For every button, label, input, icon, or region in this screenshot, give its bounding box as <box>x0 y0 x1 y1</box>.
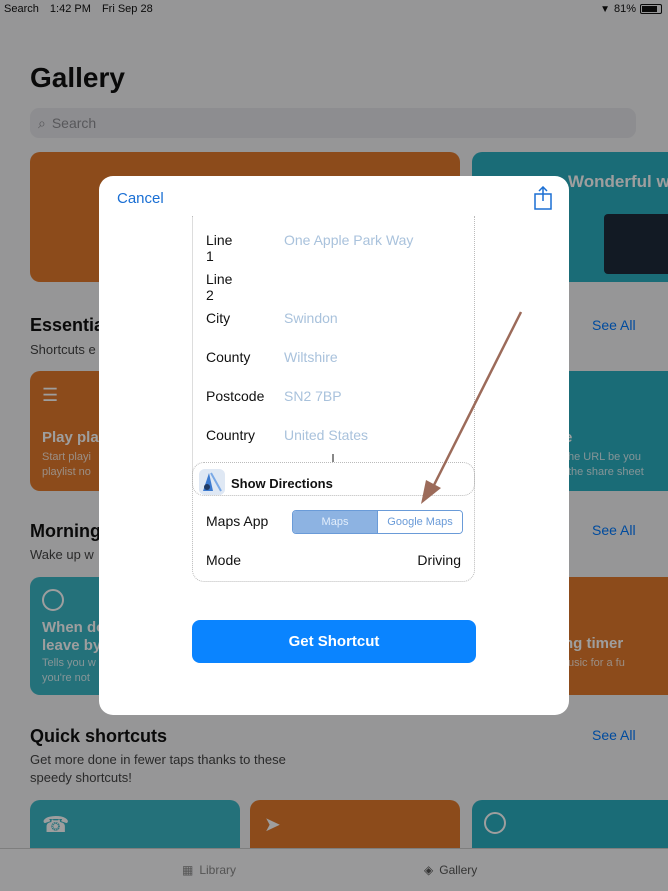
shortcut-modal: Cancel Line 1 One Apple Park Way Line 2 … <box>99 176 569 715</box>
maps-app-label: Maps App <box>206 513 269 529</box>
address-label: Country <box>206 427 256 443</box>
address-value[interactable]: One Apple Park Way <box>284 232 413 248</box>
address-label: Line 1 <box>206 232 233 264</box>
mode-value[interactable]: Driving <box>417 552 461 568</box>
show-directions-card: Show Directions Maps App Maps Google Map… <box>192 462 475 582</box>
segment-google-maps[interactable]: Google Maps <box>377 511 462 533</box>
address-label: Postcode <box>206 388 265 404</box>
address-value[interactable]: Swindon <box>284 310 338 326</box>
address-label: City <box>206 310 231 326</box>
address-value[interactable]: United States <box>284 427 368 443</box>
cancel-button[interactable]: Cancel <box>117 190 164 207</box>
address-value[interactable]: Wiltshire <box>284 349 338 365</box>
address-label: County <box>206 349 251 365</box>
get-shortcut-button[interactable]: Get Shortcut <box>192 620 476 663</box>
maps-app-icon <box>199 469 225 495</box>
maps-app-segmented-control[interactable]: Maps Google Maps <box>292 510 463 534</box>
action-connector <box>332 454 334 462</box>
show-directions-title: Show Directions <box>231 476 333 491</box>
address-label: Line 2 <box>206 271 233 303</box>
share-icon[interactable] <box>533 186 553 210</box>
mode-label: Mode <box>206 552 242 568</box>
address-value[interactable]: SN2 7BP <box>284 388 342 404</box>
segment-maps[interactable]: Maps <box>293 511 377 533</box>
